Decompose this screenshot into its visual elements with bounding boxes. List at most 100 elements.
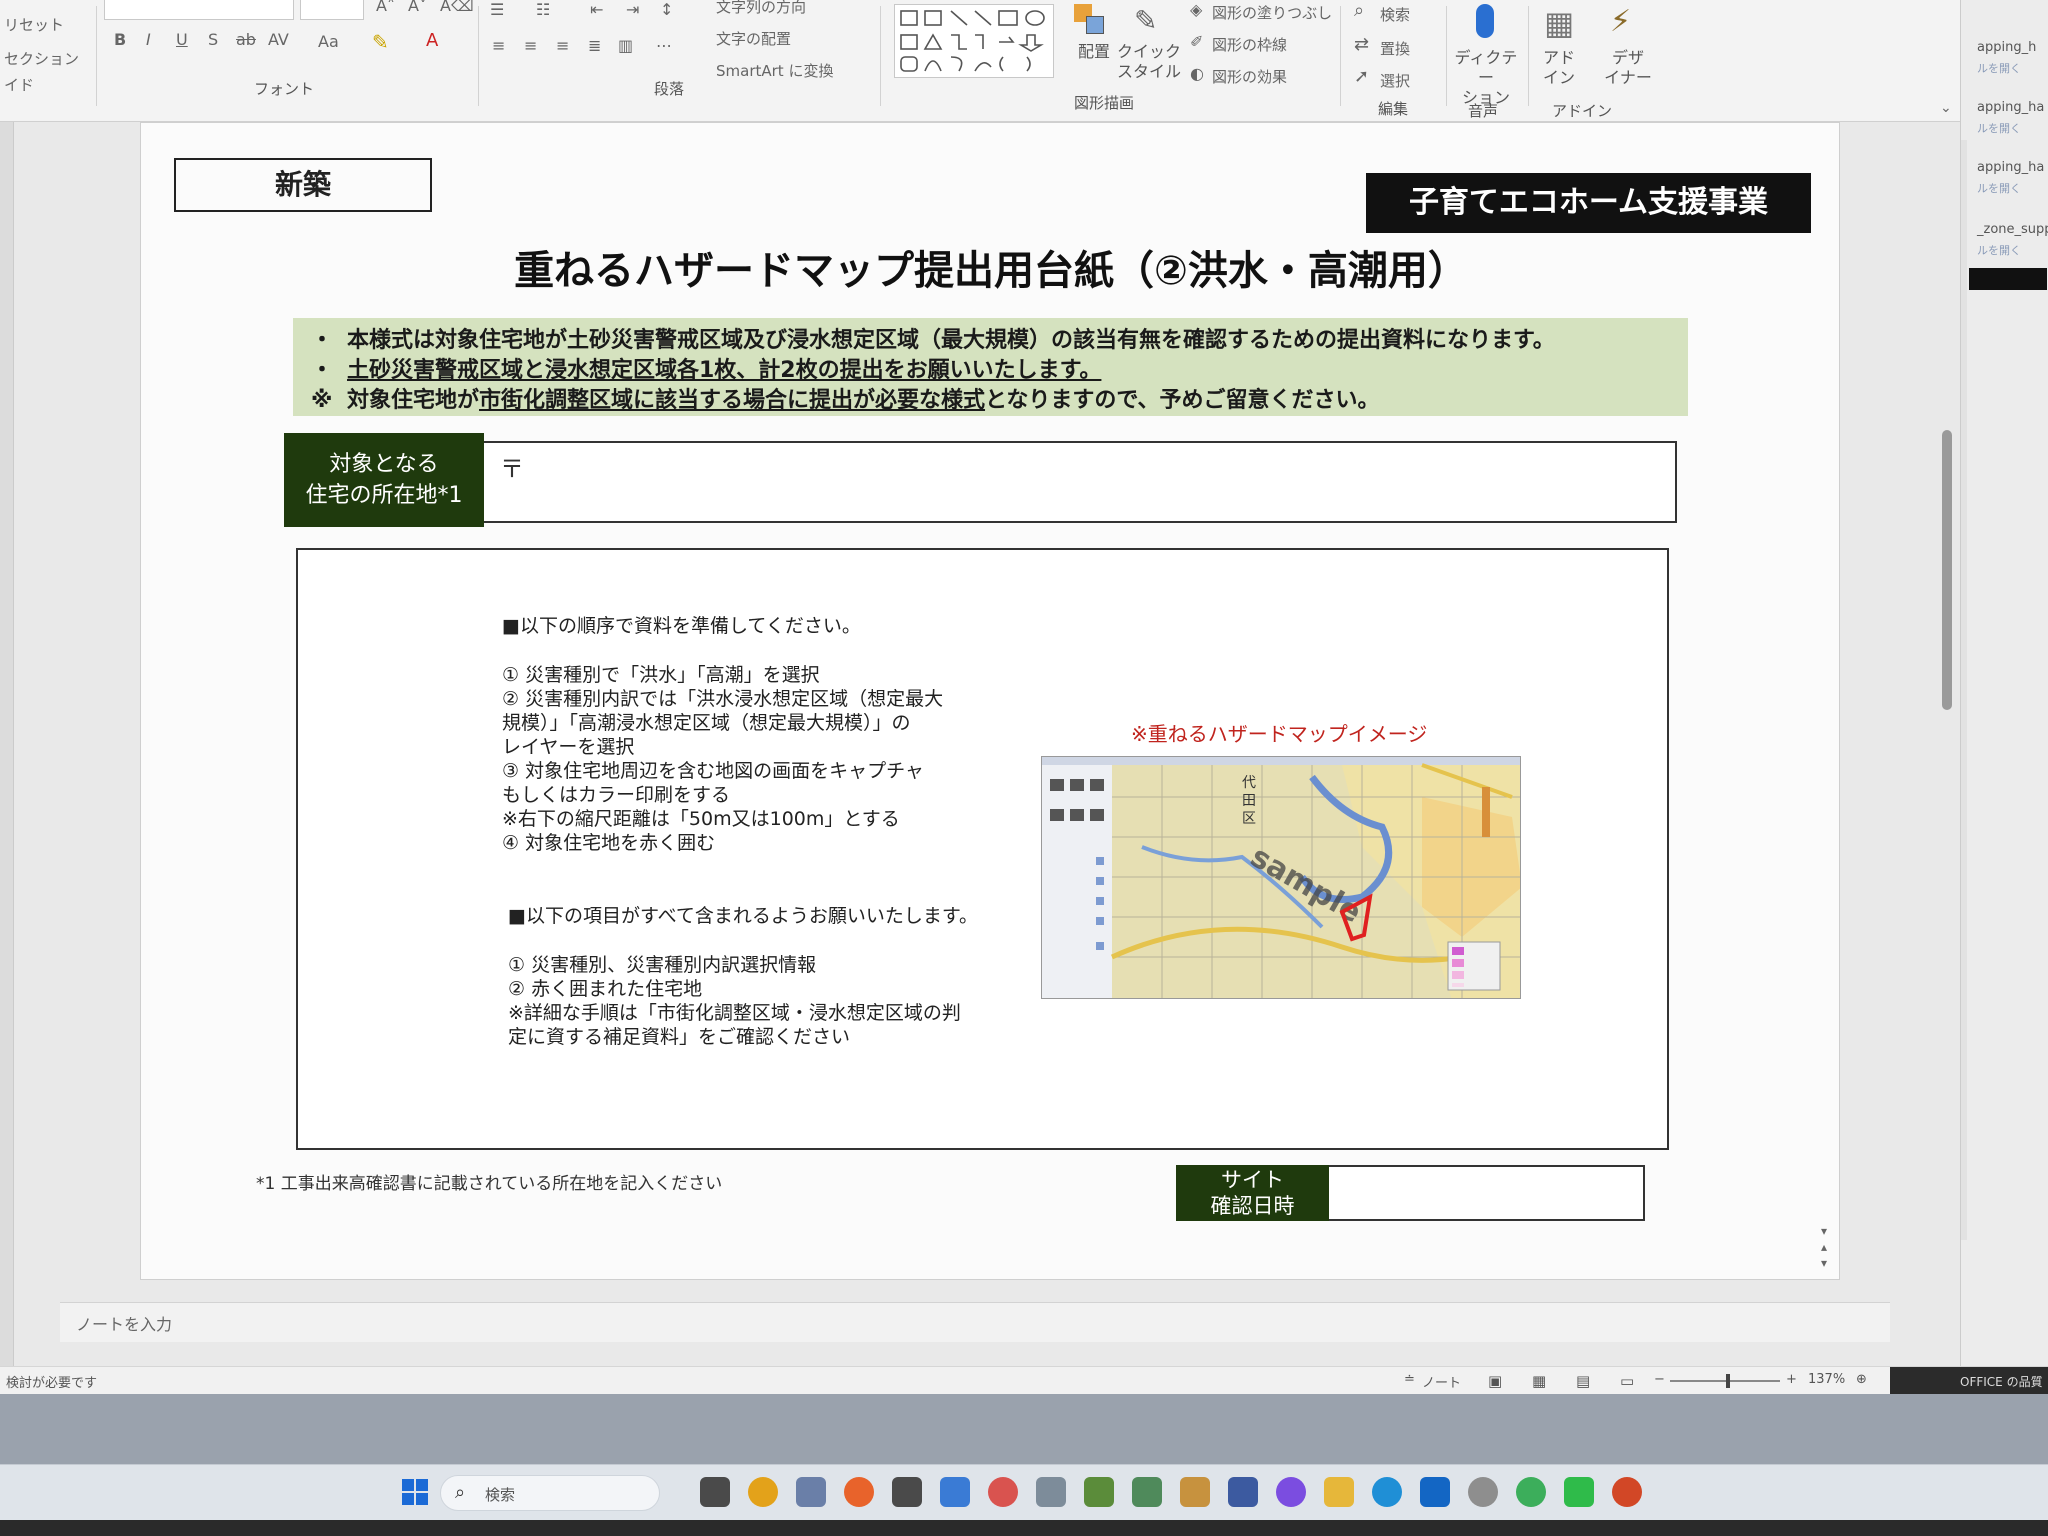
side-panel-open[interactable]: ルを開く [1977, 60, 2021, 76]
thumbnail-strip[interactable] [0, 122, 14, 1372]
zoom-level[interactable]: 137% [1808, 1372, 1845, 1387]
strikethrough-button[interactable]: ab [236, 30, 256, 49]
replace-icon[interactable]: ⇄ [1354, 34, 1369, 55]
notes-toggle-button[interactable]: ノート [1422, 1372, 1461, 1391]
app-icon[interactable] [988, 1477, 1018, 1507]
shape-outline-icon[interactable]: ✐ [1190, 32, 1203, 51]
italic-button[interactable]: I [146, 30, 151, 49]
font-name-combo[interactable] [104, 0, 294, 20]
addins-button[interactable]: アド イン [1536, 48, 1582, 88]
notes-pane[interactable]: ノートを入力 [60, 1302, 1890, 1342]
messenger-icon[interactable] [1276, 1477, 1306, 1507]
quick-style-button[interactable]: クイック スタイル [1114, 42, 1184, 82]
shadow-button[interactable]: S [208, 30, 218, 49]
outlook-icon[interactable] [1420, 1477, 1450, 1507]
slide-canvas[interactable]: 新築 子育てエコホーム支援事業 重ねるハザードマップ提出用台紙（②洪水・高潮用）… [140, 122, 1840, 1280]
collapse-ribbon-icon[interactable]: ⌄ [1940, 100, 1952, 116]
designer-button[interactable]: デザ イナー [1600, 48, 1656, 88]
app-icon[interactable] [892, 1477, 922, 1507]
font-size-combo[interactable] [300, 0, 364, 20]
side-panel-link[interactable]: apping_ha [1977, 100, 2044, 115]
indent-decrease-icon[interactable]: ⇤ [590, 0, 603, 19]
shape-outline-button[interactable]: 図形の枠線 [1212, 34, 1287, 55]
app-icon[interactable] [1228, 1477, 1258, 1507]
normal-view-icon[interactable]: ▣ [1488, 1372, 1502, 1390]
shrink-font-icon[interactable]: A˅ [408, 0, 427, 15]
change-case-button[interactable]: Aa [318, 32, 339, 51]
edge-icon[interactable] [1372, 1477, 1402, 1507]
clear-format-icon[interactable]: A⌫ [440, 0, 474, 15]
microphone-icon[interactable] [1476, 4, 1494, 38]
section-button[interactable]: セクション [4, 48, 79, 69]
distribute-icon[interactable]: ⋯ [656, 36, 672, 55]
numbering-icon[interactable]: ☷ [536, 0, 550, 19]
app-icon[interactable] [1180, 1477, 1210, 1507]
shape-fill-icon[interactable]: ◈ [1190, 0, 1202, 19]
shape-effects-icon[interactable]: ◐ [1190, 64, 1204, 83]
find-icon[interactable]: ⌕ [1354, 0, 1364, 21]
zoom-in-icon[interactable]: + [1786, 1372, 1797, 1387]
side-panel-link[interactable]: apping_ha [1977, 160, 2044, 175]
notes-toggle-icon[interactable]: ≐ [1404, 1372, 1415, 1387]
chrome-icon[interactable] [748, 1477, 778, 1507]
reading-view-icon[interactable]: ▤ [1576, 1372, 1590, 1390]
reset-button[interactable]: リセット [4, 14, 64, 35]
side-panel-open[interactable]: ルを開く [1977, 120, 2021, 136]
font-color-button[interactable]: A [426, 30, 438, 51]
line-icon[interactable] [1564, 1477, 1594, 1507]
fit-slide-icon[interactable]: ⊕ [1856, 1372, 1867, 1387]
side-panel-link[interactable]: apping_h [1977, 40, 2036, 55]
replace-button[interactable]: 置換 [1380, 38, 1410, 59]
designer-icon[interactable]: ⚡ [1610, 4, 1631, 39]
zoom-out-icon[interactable]: − [1654, 1372, 1665, 1387]
zoom-slider-thumb[interactable] [1726, 1374, 1730, 1388]
app-icon[interactable] [1036, 1477, 1066, 1507]
scroll-arrows-icon[interactable]: ▾ ▴ ▾ [1821, 1223, 1827, 1271]
align-left-icon[interactable]: ≡ [492, 36, 505, 55]
address-field[interactable]: 〒 [484, 441, 1677, 523]
site-check-date-field[interactable] [1329, 1165, 1645, 1221]
file-explorer-icon[interactable] [1324, 1477, 1354, 1507]
side-panel-open[interactable]: ルを開く [1977, 242, 2021, 258]
powerpoint-icon[interactable] [1612, 1477, 1642, 1507]
taskbar-search[interactable]: ⌕ 検索 [440, 1475, 660, 1511]
underline-button[interactable]: U [176, 30, 188, 49]
smartart-button[interactable]: SmartArt に変換 [716, 60, 833, 81]
spacing-button[interactable]: AV [268, 30, 289, 49]
highlight-icon[interactable]: ✎ [372, 30, 389, 54]
arrange-icon[interactable] [1074, 4, 1106, 36]
addins-icon[interactable]: ▦ [1544, 4, 1574, 42]
app-icon[interactable] [940, 1477, 970, 1507]
justify-icon[interactable]: ≣ [588, 36, 601, 55]
quick-style-icon[interactable]: ✎ [1134, 4, 1157, 37]
shape-fill-button[interactable]: 図形の塗りつぶし [1212, 2, 1332, 23]
side-panel-open[interactable]: ルを開く [1977, 180, 2021, 196]
grow-font-icon[interactable]: A˄ [376, 0, 395, 15]
music-icon[interactable] [1468, 1477, 1498, 1507]
slide-sorter-icon[interactable]: ▦ [1532, 1372, 1546, 1390]
task-view-icon[interactable] [700, 1477, 730, 1507]
slideshow-icon[interactable]: ▭ [1620, 1372, 1634, 1390]
app-icon[interactable] [1516, 1477, 1546, 1507]
zoom-slider[interactable] [1670, 1380, 1780, 1382]
slide-scrollbar[interactable] [1942, 430, 1952, 710]
accessibility-status[interactable]: 検討が必要です [6, 1372, 97, 1391]
arrange-button[interactable]: 配置 [1074, 42, 1114, 62]
windows-start-icon[interactable] [400, 1477, 430, 1507]
line-spacing-icon[interactable]: ↕ [660, 0, 673, 19]
layout-button[interactable]: イド [4, 74, 34, 95]
align-right-icon[interactable]: ≡ [556, 36, 569, 55]
find-button[interactable]: 検索 [1380, 4, 1410, 25]
shape-effects-button[interactable]: 図形の効果 [1212, 66, 1287, 87]
app-icon[interactable] [1132, 1477, 1162, 1507]
select-icon[interactable]: ➚ [1354, 66, 1369, 87]
dictation-button[interactable]: ディクテー ション [1450, 48, 1522, 108]
align-center-icon[interactable]: ≡ [524, 36, 537, 55]
select-button[interactable]: 選択 [1380, 70, 1410, 91]
text-direction-button[interactable]: 文字列の方向 [716, 0, 806, 17]
shape-gallery[interactable] [894, 4, 1054, 78]
columns-icon[interactable]: ▥ [618, 36, 633, 55]
bold-button[interactable]: B [114, 30, 126, 49]
app-icon[interactable] [1084, 1477, 1114, 1507]
firefox-icon[interactable] [844, 1477, 874, 1507]
